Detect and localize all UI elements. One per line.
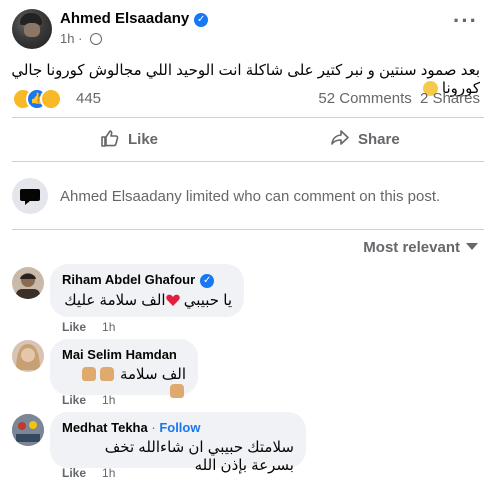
comment-bubble: Medhat Tekha · Follow سلامتك حبيبي ان شا…: [50, 412, 306, 474]
post-meta: 1h ·: [60, 31, 103, 46]
post-author[interactable]: Ahmed Elsaadany ✓: [60, 10, 209, 27]
comment-text-part: الف سلامة: [119, 366, 186, 383]
haha-reaction-icon: [40, 88, 62, 110]
meta-separator: ·: [151, 420, 156, 435]
comment-sort-dropdown[interactable]: Most relevant: [363, 239, 478, 256]
praying-hands-icon: [81, 367, 96, 381]
meta-separator: ·: [78, 31, 83, 46]
share-button[interactable]: Share: [330, 128, 400, 152]
comment-time[interactable]: 1h: [102, 320, 115, 334]
like-button[interactable]: Like: [100, 128, 158, 152]
praying-hands-icon: [99, 367, 114, 381]
comment-meta: Like 1h: [62, 393, 115, 407]
sort-label: Most relevant: [363, 239, 460, 256]
reaction-count[interactable]: 445: [76, 90, 101, 107]
comment-bubble: Mai Selim Hamdan الف سلامة: [50, 339, 198, 398]
post-author-name[interactable]: Ahmed Elsaadany: [60, 10, 189, 27]
comment-meta: Like 1h: [62, 320, 115, 334]
follow-button[interactable]: Follow: [159, 420, 200, 435]
comments-count-link[interactable]: 52 Comments: [318, 90, 411, 107]
commenter-name-text[interactable]: Medhat Tekha: [62, 420, 148, 435]
globe-icon: [90, 33, 103, 45]
commenter-avatar[interactable]: [12, 414, 44, 446]
comment-text: يا حبيبي الف سلامة عليك: [62, 291, 232, 309]
caret-down-icon: [466, 243, 478, 250]
comment-time[interactable]: 1h: [102, 393, 115, 407]
commenter-name: Medhat Tekha · Follow: [62, 420, 294, 435]
commenter-avatar[interactable]: [12, 340, 44, 372]
verified-badge-icon: ✓: [200, 274, 215, 288]
comment-limit-notice: Ahmed Elsaadany limited who can comment …: [60, 188, 441, 205]
commenter-name[interactable]: Riham Abdel Ghafour ✓: [62, 272, 232, 288]
share-arrow-icon: [331, 130, 349, 145]
share-label: Share: [358, 131, 400, 148]
commenter-name[interactable]: Mai Selim Hamdan: [62, 347, 186, 362]
comment-time[interactable]: 1h: [102, 466, 115, 480]
red-heart-icon: [165, 294, 180, 306]
more-options-button[interactable]: ···: [453, 10, 478, 32]
comment-like-button[interactable]: Like: [62, 320, 86, 334]
comment-bubble: Riham Abdel Ghafour ✓ يا حبيبي الف سلامة …: [50, 264, 244, 317]
shares-count-link[interactable]: 2 Shares: [420, 90, 480, 107]
comment-bubble-icon: [12, 178, 48, 214]
comment-meta: Like 1h: [62, 466, 115, 480]
comment-text-part: الف سلامة عليك: [64, 292, 166, 309]
engagement-counts: 52 Comments 2 Shares: [318, 90, 480, 107]
commenter-avatar[interactable]: [12, 267, 44, 299]
thumbs-up-icon: [101, 130, 119, 147]
divider: [12, 117, 484, 118]
praying-hands-icon: [170, 384, 184, 398]
verified-badge-icon: ✓: [194, 13, 209, 27]
post-time[interactable]: 1h: [60, 31, 74, 46]
comment-like-button[interactable]: Like: [62, 393, 86, 407]
author-avatar[interactable]: [12, 9, 52, 49]
like-label: Like: [128, 131, 159, 148]
comment-text-part: يا حبيبي: [179, 292, 232, 309]
divider: [12, 161, 484, 162]
comment-like-button[interactable]: Like: [62, 466, 86, 480]
divider: [12, 229, 484, 230]
commenter-name-text[interactable]: Riham Abdel Ghafour: [62, 272, 195, 287]
